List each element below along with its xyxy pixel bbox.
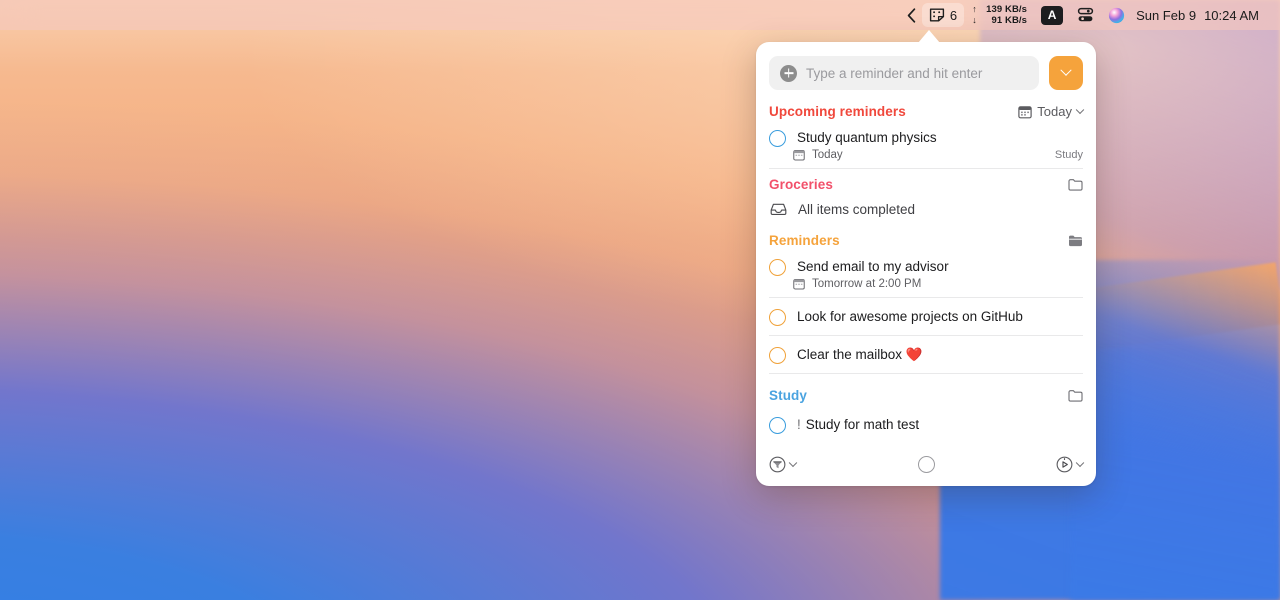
upload-speed: 139 KB/s — [986, 4, 1028, 15]
reminders-folder-button[interactable] — [1068, 234, 1083, 247]
reminder-date: Today — [812, 149, 843, 161]
menubar-input-source[interactable]: A — [1034, 3, 1070, 27]
menubar-reminders-item[interactable]: 6 — [921, 3, 965, 27]
menubar-clock[interactable]: Sun Feb 9 10:24 AM — [1132, 3, 1266, 27]
menubar-back-button[interactable] — [901, 3, 922, 27]
download-speed: 91 KB/s — [991, 15, 1028, 26]
reminder-title: Send email to my advisor — [797, 259, 949, 274]
reminder-checkbox[interactable] — [769, 130, 786, 147]
upload-arrow-icon: ↑ — [972, 4, 977, 14]
chevron-down-icon — [1075, 458, 1085, 467]
desktop: 6 ↑ 139 KB/s ↓ 91 KB/s A Sun Feb 9 10:24… — [0, 0, 1280, 600]
menubar-reminders-count: 6 — [949, 7, 958, 23]
siri-icon — [1108, 7, 1125, 23]
menu-bar: 6 ↑ 139 KB/s ↓ 91 KB/s A Sun Feb 9 10:24… — [0, 0, 1280, 30]
reminder-checkbox[interactable] — [769, 259, 786, 276]
control-center-icon — [1077, 7, 1094, 22]
reminders-popover: Upcoming reminders Today — [756, 42, 1096, 486]
reminder-date: Tomorrow at 2:00 PM — [812, 278, 922, 290]
reminder-checkbox[interactable] — [769, 309, 786, 326]
timer-control[interactable] — [1056, 456, 1085, 473]
reminder-meta: Tomorrow at 2:00 PM — [769, 278, 1083, 290]
section-header-upcoming: Upcoming reminders Today — [769, 96, 1085, 123]
chevron-left-icon — [907, 7, 916, 23]
new-reminder-input[interactable] — [806, 65, 1028, 81]
popover-footer — [756, 444, 1096, 486]
plus-circle-icon[interactable] — [780, 64, 797, 82]
priority-marker: ! — [797, 417, 801, 432]
timer-circle-icon — [1056, 456, 1073, 473]
popover-arrow — [918, 30, 940, 43]
section-title-upcoming: Upcoming reminders — [769, 104, 906, 119]
sticky-note-icon — [929, 8, 944, 22]
reminder-item[interactable]: ! Study for math test — [769, 407, 1083, 434]
chevron-down-icon — [1060, 64, 1072, 76]
section-header-reminders: Reminders — [769, 219, 1083, 252]
groceries-empty-state: All items completed — [769, 196, 1083, 219]
menubar-time: 10:24 AM — [1204, 7, 1259, 23]
menubar-network-monitor[interactable]: ↑ 139 KB/s ↓ 91 KB/s — [964, 3, 1034, 27]
reminder-title: Clear the mailbox ❤️ — [797, 347, 923, 362]
new-reminder-row — [756, 42, 1096, 96]
chevron-down-icon — [788, 458, 798, 467]
reminder-item[interactable]: Look for awesome projects on GitHub — [769, 298, 1083, 326]
menubar-control-center[interactable] — [1070, 3, 1101, 27]
section-title-groceries: Groceries — [769, 177, 833, 192]
groceries-folder-button[interactable] — [1068, 178, 1083, 191]
tray-icon — [770, 203, 787, 216]
section-header-study: Study — [769, 374, 1083, 407]
reminder-title: Look for awesome projects on GitHub — [797, 309, 1023, 324]
reminder-title: Study quantum physics — [797, 130, 937, 145]
reminder-item[interactable]: Study quantum physics — [769, 123, 1083, 147]
download-arrow-icon: ↓ — [972, 15, 977, 25]
new-reminder-field[interactable] — [769, 56, 1039, 90]
menubar-date: Sun Feb 9 — [1136, 7, 1197, 23]
reminder-item[interactable]: Send email to my advisor — [769, 252, 1083, 276]
reminder-checkbox[interactable] — [769, 417, 786, 434]
section-title-study: Study — [769, 388, 808, 403]
input-source-badge: A — [1041, 5, 1064, 25]
today-filter-label: Today — [1037, 104, 1072, 119]
reminder-title: Study for math test — [805, 417, 920, 432]
calendar-icon — [1018, 105, 1032, 118]
reminder-options-button[interactable] — [1049, 56, 1083, 90]
menubar-siri[interactable] — [1101, 3, 1132, 27]
reminders-list: Upcoming reminders Today Study quantum p… — [756, 96, 1096, 434]
filter-circle-icon — [769, 456, 786, 473]
folder-outline-icon — [1068, 390, 1083, 402]
chevron-down-icon — [1075, 105, 1085, 114]
folder-outline-icon — [1068, 179, 1083, 191]
add-reminder-circle-button[interactable] — [917, 456, 935, 473]
folder-filled-icon — [1069, 235, 1082, 247]
section-title-reminders: Reminders — [769, 233, 840, 248]
filter-control[interactable] — [769, 456, 798, 473]
calendar-icon — [793, 279, 805, 290]
today-filter-button[interactable]: Today — [1018, 104, 1085, 119]
reminder-list-name: Study — [1054, 149, 1083, 161]
reminder-meta: Today Study — [769, 149, 1083, 161]
section-header-groceries: Groceries — [769, 169, 1083, 196]
study-folder-button[interactable] — [1068, 389, 1083, 402]
calendar-icon — [793, 150, 805, 161]
reminder-item[interactable]: Clear the mailbox ❤️ — [769, 336, 1083, 364]
groceries-empty-text: All items completed — [798, 202, 916, 217]
reminder-checkbox[interactable] — [769, 347, 786, 364]
